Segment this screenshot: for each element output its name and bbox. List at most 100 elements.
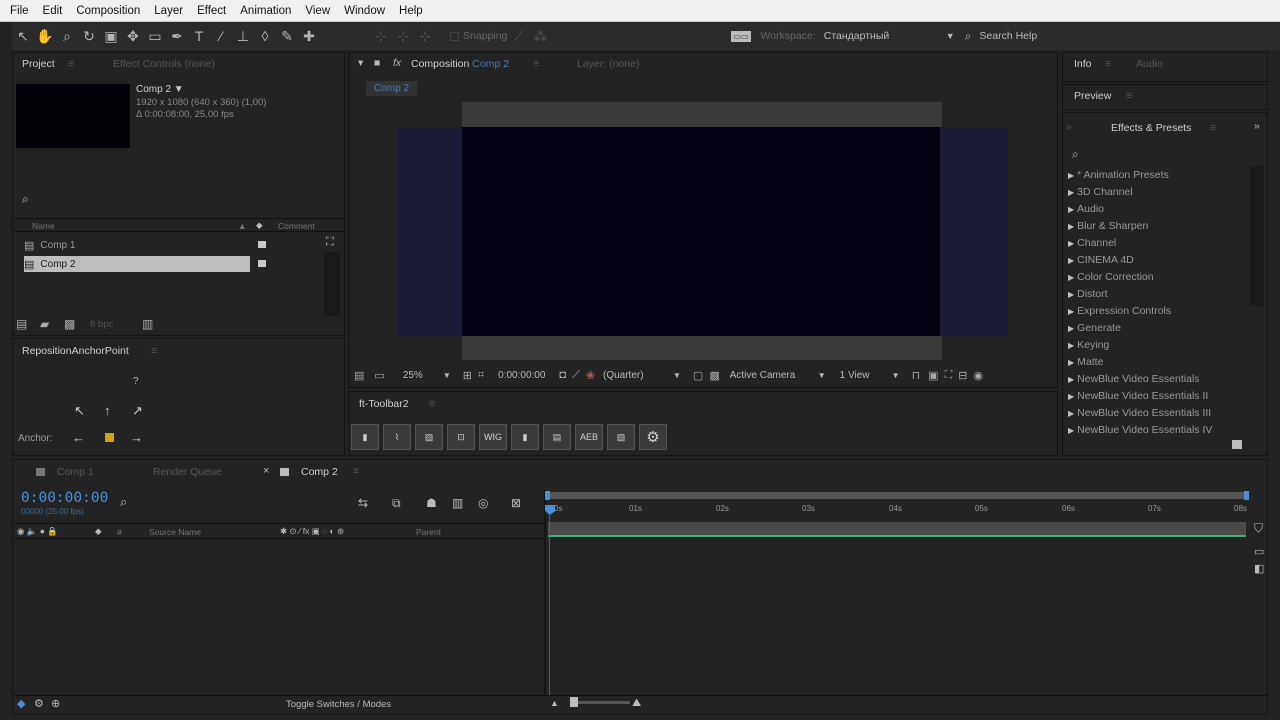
anchor-right-arrow-icon[interactable]: → bbox=[130, 430, 143, 445]
effects-list-item[interactable]: ▶ Blur & Sharpen bbox=[1068, 220, 1148, 232]
tab-preview[interactable]: Preview bbox=[1074, 90, 1111, 102]
draft-3d-icon[interactable]: ⧉ bbox=[392, 496, 401, 511]
channel-rgb-icon[interactable]: ❀ bbox=[586, 369, 595, 382]
menu-layer[interactable]: Layer bbox=[154, 5, 183, 17]
snapping-grid-icon[interactable]: ⁂ bbox=[529, 25, 551, 47]
switches-header-icons[interactable]: ✱ ⊙ ⁄ fx ▣ ◌ ◐ ⊛ bbox=[280, 526, 344, 537]
tab-project[interactable]: Project bbox=[22, 58, 55, 70]
eraser-tool-icon[interactable]: ◊ bbox=[254, 25, 276, 47]
timeline-tab-close-icon[interactable]: × bbox=[263, 465, 269, 477]
transparency-grid-icon[interactable]: ▩ bbox=[709, 369, 719, 382]
comp-name-dropdown[interactable]: Comp 2 ▼ bbox=[136, 84, 184, 95]
view-layout-select[interactable]: 1 View bbox=[840, 370, 892, 381]
clone-stamp-tool-icon[interactable]: ⊥ bbox=[232, 25, 254, 47]
effects-list-item[interactable]: ▶ Expression Controls bbox=[1068, 305, 1171, 317]
roi-icon[interactable]: ▢ bbox=[693, 369, 703, 382]
roto-brush-tool-icon[interactable]: ✎ bbox=[276, 25, 298, 47]
timeline-tab-comp1[interactable]: Comp 1 bbox=[36, 466, 94, 478]
anchor-top-right-arrow-icon[interactable]: ↗ bbox=[132, 403, 143, 419]
project-list-item[interactable]: ▤ Comp 1 bbox=[24, 237, 250, 253]
puppet-pin-tool-icon[interactable]: ✚ bbox=[298, 25, 320, 47]
snapshot-camera-icon[interactable]: ◘ bbox=[559, 369, 566, 381]
layer-switches-pane-icon[interactable]: ◆ bbox=[17, 697, 25, 710]
timeline-tab-comp2[interactable]: Comp 2 bbox=[280, 466, 338, 478]
graph-editor-icon[interactable]: ⊠ bbox=[511, 496, 521, 510]
composition-mini-flowchart-icon[interactable]: ⇆ bbox=[358, 496, 368, 510]
effects-list-item[interactable]: ▶ Channel bbox=[1068, 237, 1116, 249]
ft-wig-button[interactable]: WIG bbox=[479, 424, 507, 450]
anchor-top-arrow-icon[interactable]: ↑ bbox=[104, 403, 111, 418]
anchor-panel-menu-icon[interactable]: ≡ bbox=[151, 345, 157, 357]
rotate-tool-icon[interactable]: ↻ bbox=[78, 25, 100, 47]
timeline-search-icon[interactable]: ⌕ bbox=[120, 494, 127, 510]
zoom-tool-icon[interactable]: ⌕ bbox=[56, 25, 78, 47]
show-snapshot-icon[interactable]: ⟋ bbox=[572, 369, 580, 382]
effects-list-item[interactable]: ▶ Audio bbox=[1068, 203, 1104, 215]
navigator-start-handle[interactable] bbox=[545, 491, 550, 500]
col-name-header[interactable]: Name bbox=[32, 221, 55, 231]
menu-view[interactable]: View bbox=[305, 5, 330, 17]
pan-behind-tool-icon[interactable]: ✥ bbox=[122, 25, 144, 47]
comp-panel-close-icon[interactable]: ▾ bbox=[358, 57, 363, 69]
ft-script-button-3[interactable]: ▨ bbox=[415, 424, 443, 450]
sort-asc-icon[interactable]: ▲ bbox=[238, 221, 246, 231]
zoom-slider-handle[interactable] bbox=[570, 697, 578, 707]
timeline-tab-render-queue[interactable]: Render Queue bbox=[153, 466, 222, 478]
trash-icon[interactable]: ▥ bbox=[142, 317, 153, 331]
ft-settings-gear-icon[interactable]: ⚙ bbox=[639, 424, 667, 450]
exposure-icon[interactable]: ◉ bbox=[974, 369, 984, 382]
transfer-controls-pane-icon[interactable]: ⚙ bbox=[34, 697, 44, 710]
pen-tool-icon[interactable]: ✒ bbox=[166, 25, 188, 47]
snapping-options-icon[interactable]: ⟋ bbox=[507, 25, 529, 47]
timeline-side-icon[interactable]: ▭ bbox=[1254, 545, 1264, 558]
tab-effects-presets[interactable]: Effects & Presets bbox=[1111, 122, 1191, 134]
effects-list-item[interactable]: ▶ NewBlue Video Essentials III bbox=[1068, 407, 1211, 419]
ft-script-button-4[interactable]: ⊡ bbox=[447, 424, 475, 450]
effects-list-item[interactable]: ▶ Generate bbox=[1068, 322, 1121, 334]
menu-file[interactable]: File bbox=[10, 5, 29, 17]
effects-list-item[interactable]: ▶ 3D Channel bbox=[1068, 186, 1133, 198]
comp-lock-icon[interactable]: ■ bbox=[374, 57, 380, 69]
motion-blur-icon[interactable]: ◎ bbox=[478, 496, 488, 510]
camera-tool-icon[interactable]: ▣ bbox=[100, 25, 122, 47]
hide-shy-layers-icon[interactable]: ☗ bbox=[426, 496, 437, 510]
hand-tool-icon[interactable]: ✋ bbox=[34, 25, 56, 47]
menu-animation[interactable]: Animation bbox=[240, 5, 291, 17]
snapping-checkbox[interactable] bbox=[450, 31, 459, 41]
workspace-select[interactable]: Стандартный bbox=[824, 30, 946, 42]
effects-list-item[interactable]: ▶ Matte bbox=[1068, 356, 1103, 368]
frame-blending-icon[interactable]: ▥ bbox=[452, 496, 463, 510]
tab-info[interactable]: Info bbox=[1074, 58, 1092, 70]
timeline-tab-menu-icon[interactable]: ≡ bbox=[353, 466, 359, 477]
tab-composition[interactable]: Composition Comp 2 bbox=[411, 58, 509, 70]
always-preview-icon[interactable]: ▤ bbox=[354, 369, 364, 382]
effects-list-item[interactable]: ▶ Color Correction bbox=[1068, 271, 1154, 283]
label-tag-icon[interactable]: ◆ bbox=[256, 220, 263, 231]
axis-view-icon[interactable]: ⊹ bbox=[414, 25, 436, 47]
comp-subtab[interactable]: Comp 2 bbox=[366, 81, 418, 96]
view-layout-dropdown-icon[interactable]: ▼ bbox=[892, 371, 900, 380]
zoom-out-icon[interactable]: ▲ bbox=[550, 698, 559, 708]
zoom-dropdown-icon[interactable]: ▼ bbox=[443, 371, 451, 380]
menu-composition[interactable]: Composition bbox=[76, 5, 140, 17]
toggle-pixel-aspect-icon[interactable]: ⊓ bbox=[912, 369, 921, 382]
panel-expand-left-icon[interactable]: » bbox=[1066, 121, 1072, 133]
effects-search-icon[interactable]: ⌕ bbox=[1072, 147, 1079, 162]
resolution-dropdown-icon[interactable]: ▼ bbox=[673, 371, 681, 380]
info-menu-icon[interactable]: ≡ bbox=[1105, 58, 1111, 70]
effects-list-item[interactable]: ▶ NewBlue Video Essentials bbox=[1068, 373, 1200, 385]
new-composition-icon[interactable]: ▩ bbox=[64, 317, 75, 331]
ft-aeb-button[interactable]: AEB bbox=[575, 424, 603, 450]
anchor-top-left-arrow-icon[interactable]: ↖ bbox=[74, 403, 85, 419]
ft-script-button-1[interactable]: ▮ bbox=[351, 424, 379, 450]
project-search-icon[interactable]: ⌕ bbox=[22, 192, 29, 207]
label-color-swatch[interactable] bbox=[258, 241, 266, 248]
zoom-in-icon[interactable]: ⛰ bbox=[632, 697, 641, 710]
camera-dropdown-icon[interactable]: ▼ bbox=[818, 371, 826, 380]
toggle-switches-modes-button[interactable]: Toggle Switches / Modes bbox=[286, 699, 391, 710]
composition-viewer[interactable] bbox=[350, 102, 1056, 364]
effects-search-input[interactable] bbox=[1090, 145, 1250, 161]
label-color-swatch[interactable] bbox=[258, 260, 266, 267]
zoom-select[interactable]: 25% bbox=[403, 370, 443, 381]
tab-menu-icon[interactable]: ≡ bbox=[68, 58, 74, 70]
